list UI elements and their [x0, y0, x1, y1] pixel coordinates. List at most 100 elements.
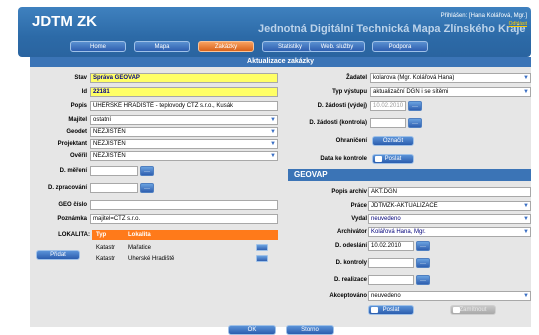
- chevron-down-icon: ▼: [270, 117, 276, 123]
- zamitnout-button[interactable]: Zamítnout: [450, 305, 496, 315]
- calendar-icon[interactable]: …: [408, 118, 422, 128]
- calendar-icon[interactable]: …: [416, 258, 430, 268]
- vydal-label: Vydal: [351, 216, 367, 222]
- col-typ: Typ: [96, 232, 107, 238]
- chevron-down-icon: ▼: [523, 75, 529, 81]
- storno-button[interactable]: Storno: [286, 325, 334, 335]
- ohraniceni-label: Ohraničení: [335, 138, 367, 144]
- nav-zakazky[interactable]: Zakázky: [198, 41, 254, 52]
- calendar-icon[interactable]: …: [140, 166, 154, 176]
- id-label: Id: [81, 89, 87, 95]
- nav-mapa[interactable]: Mapa: [134, 41, 190, 52]
- poslat-label: Poslat: [384, 156, 402, 162]
- logged-user: Přihlášen: [Hana Kolářová, Mgr.]: [440, 13, 527, 19]
- zadatel-select[interactable]: kolarova (Mgr. Kolářová Hana) ▼: [370, 73, 531, 83]
- d-odeslani-input[interactable]: 10.02.2010: [368, 241, 414, 251]
- archivator-label: Archivátor: [336, 229, 367, 235]
- d-kontroly-input[interactable]: [368, 258, 414, 268]
- col-lokalita: Lokalita: [128, 232, 151, 238]
- calendar-icon[interactable]: …: [416, 275, 430, 285]
- projektant-select[interactable]: NEZJIŠTĚN ▼: [90, 139, 278, 149]
- calendar-icon[interactable]: …: [140, 183, 154, 193]
- akceptovano-value: neuvedeno: [371, 293, 401, 299]
- d-mereni-label: D. měření: [59, 168, 87, 174]
- zadatel-label: Žadatel: [345, 75, 367, 81]
- chevron-down-icon: ▼: [270, 129, 276, 135]
- typ-vystupu-label: Typ výstupu: [332, 89, 367, 95]
- page: JDTM ZK Jednotná Digitální Technická Map…: [0, 0, 539, 335]
- overil-value: NEZJIŠTĚN: [93, 153, 126, 159]
- calendar-icon[interactable]: …: [408, 101, 422, 111]
- d-odeslani-label: D. odeslání: [334, 243, 367, 249]
- vydal-select[interactable]: neuvedeno ▼: [368, 214, 531, 224]
- row-lokalita: Mařatice: [128, 245, 152, 251]
- prace-value: JDTMZK-AKTUALIZACE: [371, 203, 438, 209]
- geodet-label: Geodet: [66, 129, 87, 135]
- typ-vystupu-select[interactable]: aktualizační DGN i se sítěmi ▼: [370, 87, 531, 97]
- d-realizace-input[interactable]: [368, 275, 414, 285]
- table-row: Katastr Mařatice: [92, 243, 278, 253]
- overil-select[interactable]: NEZJIŠTĚN ▼: [90, 151, 278, 161]
- d-kontroly-label: D. kontroly: [335, 260, 367, 266]
- remove-icon[interactable]: [256, 255, 268, 262]
- add-lokalita-button[interactable]: Přidat: [36, 250, 80, 260]
- remove-icon[interactable]: [256, 244, 268, 251]
- calendar-icon[interactable]: …: [416, 241, 430, 251]
- d-zpracovani-label: D. zpracování: [47, 185, 87, 191]
- poznamka-label: Poznámka: [57, 216, 87, 222]
- popis-input[interactable]: UHERSKÉ HRADIŠTĚ - teplovody CTZ s.r.o.,…: [90, 101, 278, 111]
- chevron-down-icon: ▼: [270, 153, 276, 159]
- d-zadosti-kontrola-label: D. žádosti (kontrola): [309, 120, 367, 126]
- chevron-down-icon: ▼: [523, 293, 529, 299]
- typ-vystupu-value: aktualizační DGN i se sítěmi: [373, 89, 449, 95]
- majitel-label: Majitel: [68, 117, 87, 123]
- akceptovano-label: Akceptováno: [329, 293, 367, 299]
- row-typ: Katastr: [96, 256, 116, 262]
- chevron-down-icon: ▼: [523, 216, 529, 222]
- d-zadosti-vydej-input[interactable]: 10.02.2010: [370, 101, 406, 111]
- geodet-value: NEZJIŠTĚN: [93, 129, 126, 135]
- geovap-section-title: GEOVAP: [288, 169, 531, 181]
- header: JDTM ZK Jednotná Digitální Technická Map…: [18, 7, 531, 57]
- geo-cislo-label: GEO číslo: [58, 202, 87, 208]
- popis-label: Popis: [70, 103, 87, 109]
- d-zpracovani-input[interactable]: [90, 183, 138, 193]
- row-typ: Katastr: [96, 245, 116, 251]
- poznamka-input[interactable]: majitel=CTZ s.r.o.: [90, 214, 278, 224]
- chevron-down-icon: ▼: [523, 229, 529, 235]
- reject-icon: [453, 307, 460, 313]
- akceptovano-select[interactable]: neuvedeno ▼: [368, 291, 531, 301]
- oznacit-button[interactable]: Označit: [372, 136, 414, 146]
- id-field: 22181: [90, 87, 278, 97]
- poslat-kontrola-button[interactable]: Poslat: [372, 154, 414, 164]
- app-subtitle: Jednotná Digitální Technická Mapa Zlínsk…: [258, 23, 526, 35]
- d-mereni-input[interactable]: [90, 166, 138, 176]
- geo-cislo-input[interactable]: [90, 200, 278, 210]
- vydal-value: neuvedeno: [371, 216, 401, 222]
- geovap-poslat-button[interactable]: Poslat: [368, 305, 414, 315]
- archivator-select[interactable]: Kolářová Hana, Mgr. ▼: [368, 227, 531, 237]
- page-title: Aktualizace zakázky: [30, 57, 531, 67]
- prace-select[interactable]: JDTMZK-AKTUALIZACE ▼: [368, 201, 531, 211]
- ok-button[interactable]: OK: [228, 325, 276, 335]
- chevron-down-icon: ▼: [523, 89, 529, 95]
- send-icon: [375, 156, 382, 162]
- geovap-poslat-label: Poslat: [382, 307, 400, 313]
- chevron-down-icon: ▼: [270, 141, 276, 147]
- lokalita-table-header: Typ Lokalita: [92, 230, 278, 240]
- logout-link[interactable]: Odhlásit: [509, 21, 527, 27]
- popis-archiv-input[interactable]: AKT.DGN: [368, 187, 531, 197]
- majitel-select[interactable]: ostatní ▼: [90, 115, 278, 125]
- app-logo: JDTM ZK: [32, 13, 97, 30]
- nav-podpora[interactable]: Podpora: [372, 41, 428, 52]
- overil-label: Ověřil: [69, 153, 87, 159]
- nav-web-sluzby[interactable]: Web. služby: [309, 41, 365, 52]
- projektant-value: NEZJIŠTĚN: [93, 141, 126, 147]
- prace-label: Práce: [350, 203, 367, 209]
- projektant-label: Projektant: [57, 141, 87, 147]
- geodet-select[interactable]: NEZJIŠTĚN ▼: [90, 127, 278, 137]
- chevron-down-icon: ▼: [523, 203, 529, 209]
- d-zadosti-kontrola-input[interactable]: [370, 118, 406, 128]
- nav-home[interactable]: Home: [70, 41, 126, 52]
- stav-label: Stav: [74, 75, 87, 81]
